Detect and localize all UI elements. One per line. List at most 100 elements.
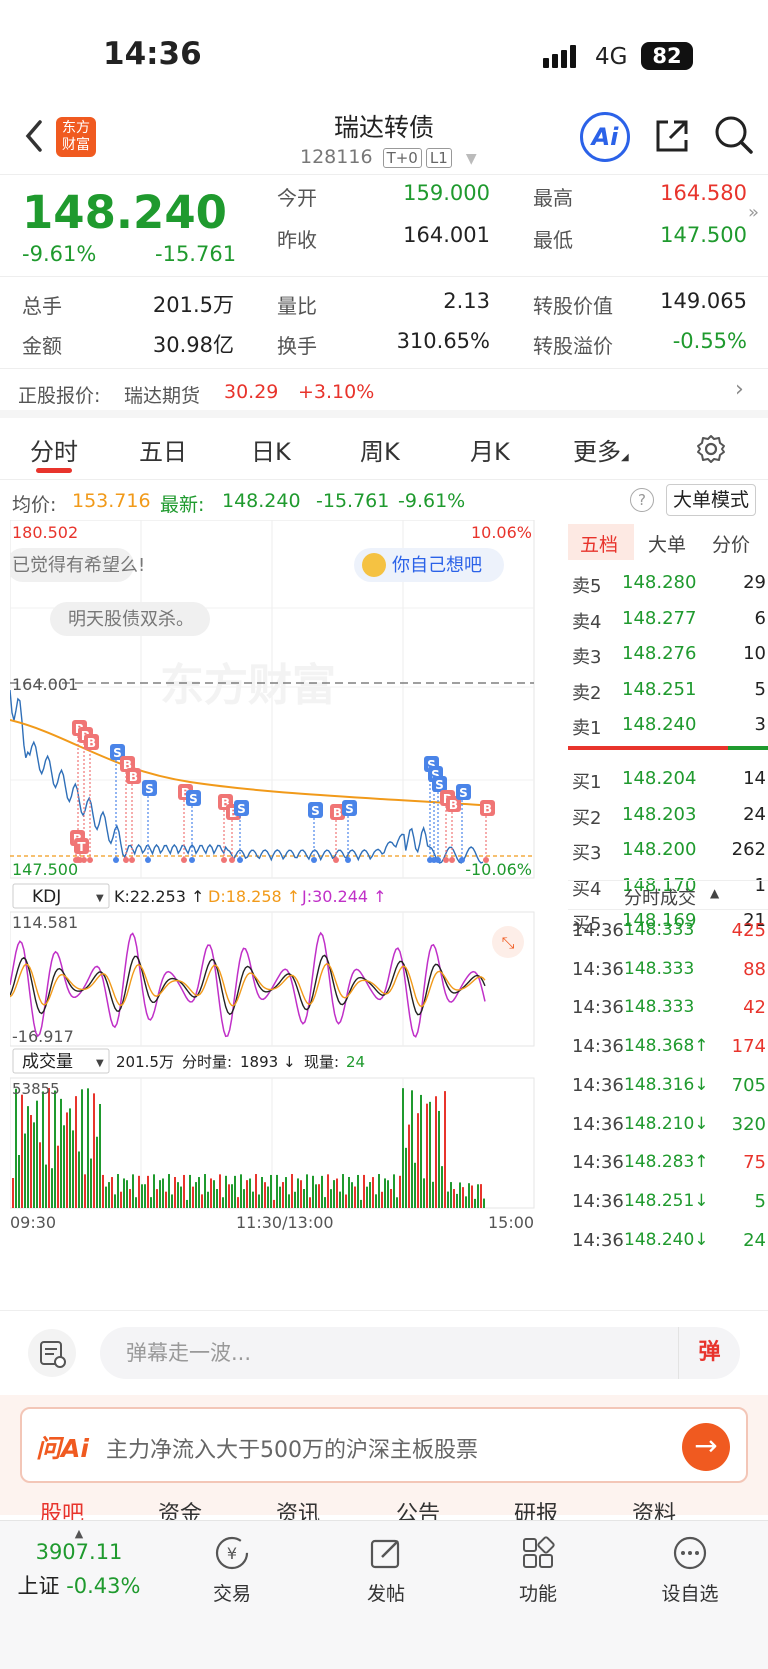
prev-close-label: 昨收 [277, 228, 317, 252]
bid-row: 买1 148.204 14 [572, 768, 766, 802]
tab-news[interactable]: 资讯 [276, 1500, 320, 1520]
bid-ask-bar [568, 746, 768, 750]
volume-bar [63, 1125, 65, 1208]
volume-bar [15, 1088, 17, 1208]
underlying-name: 瑞达期货 [124, 385, 201, 407]
arrow-right-icon[interactable]: → [682, 1423, 730, 1471]
index-widget[interactable]: ▲ 3907.11 上证 -0.43% [14, 1527, 144, 1600]
volume-bar [45, 1164, 47, 1208]
level-price: 148.251 [622, 678, 697, 700]
trade-price: 148.240↓ [624, 1229, 709, 1250]
volume-label: 总手 [22, 294, 62, 318]
volume-bar [75, 1096, 77, 1208]
volume-bar [480, 1184, 482, 1208]
volume-bar [108, 1182, 110, 1208]
status-time: 14:36 [103, 36, 202, 72]
vol-max-label: 53855 [12, 1080, 60, 1098]
volume-bar [84, 1174, 86, 1208]
network-type: 4G [595, 44, 628, 70]
nav-add-watchlist[interactable]: 设自选 [630, 1533, 750, 1606]
trade-price: 148.283↑ [624, 1152, 709, 1173]
vol-total: 201.5万 [116, 1053, 174, 1071]
expand-chevron-icon[interactable]: » [748, 202, 759, 223]
volume-bar [477, 1184, 479, 1208]
volume-bar [441, 1166, 443, 1208]
tab-price-dist[interactable]: 分价 [712, 530, 750, 557]
signal-dot [345, 857, 351, 863]
ai-query-box[interactable]: 问Ai 主力净流入大于500万的沪深主板股票 → [20, 1407, 748, 1483]
volume-bar [411, 1090, 413, 1208]
ai-button[interactable]: Ai [580, 112, 630, 162]
divider [0, 276, 768, 277]
template-button[interactable] [28, 1329, 76, 1377]
tab-five-levels[interactable]: 五档 [580, 530, 618, 557]
danmu-input[interactable]: 弹幕走一波... 弹 [100, 1327, 740, 1379]
tab-weekly-k[interactable]: 周K [360, 432, 400, 467]
volume-bar [189, 1174, 191, 1208]
danmu-toggle-button[interactable]: 弹 [678, 1327, 740, 1379]
tab-funds[interactable]: 资金 [158, 1500, 202, 1520]
volume-bar [237, 1197, 239, 1208]
volume-bar [243, 1189, 245, 1208]
intraday-chart[interactable]: 东方财富 180.502 10.06% 164.001 147.500 -10.06% B B… [6, 519, 566, 1310]
volume-bar [363, 1174, 365, 1208]
volume-bar [471, 1185, 473, 1208]
tab-more[interactable]: 更多◢ [573, 432, 629, 467]
volume-bar [99, 1103, 101, 1208]
volume-bar [81, 1089, 83, 1208]
underlying-stock-row[interactable]: 正股报价: 瑞达期货 30.29 +3.10% › [0, 368, 768, 418]
signal-dot [311, 857, 317, 863]
price-min-label: 147.500 [12, 860, 78, 879]
signal-marker-label: B [129, 770, 138, 784]
tab-big-orders[interactable]: 大单 [648, 530, 686, 557]
latest-label: 最新: [160, 494, 205, 516]
tab-daily-k[interactable]: 日K [251, 432, 291, 467]
danmu-input-bar: 弹幕走一波... 弹 [0, 1310, 768, 1392]
help-icon[interactable]: ? [630, 488, 654, 512]
settings-gear-icon[interactable] [696, 434, 726, 464]
tab-research[interactable]: 研报 [514, 1500, 558, 1520]
underlying-price: 30.29 [224, 381, 279, 403]
ask-bar [568, 746, 728, 750]
volume-bar [396, 1197, 398, 1208]
nav-post[interactable]: 发帖 [326, 1533, 446, 1606]
nav-functions[interactable]: 功能 [478, 1533, 598, 1606]
level-label: 卖3 [572, 647, 602, 668]
volume-bar [87, 1088, 89, 1208]
volume-bar [405, 1147, 407, 1208]
volume-bar [435, 1096, 437, 1208]
tab-profile[interactable]: 资料 [632, 1500, 676, 1520]
volume-bar [150, 1197, 152, 1208]
nav-add-watchlist-label: 设自选 [661, 1583, 719, 1605]
trade-price: 148.368↑ [624, 1036, 709, 1057]
level-price: 148.276 [622, 643, 697, 664]
ask-row: 卖1 148.240 3 [572, 714, 766, 748]
nav-trade[interactable]: ¥ 交易 [172, 1533, 292, 1606]
volume-bar [12, 1178, 14, 1208]
trade-volume: 705 [731, 1074, 766, 1096]
volume-bar [483, 1198, 485, 1208]
volume-bar [219, 1174, 221, 1208]
volume-bar [102, 1174, 104, 1208]
volume-bar [105, 1186, 107, 1208]
volume-bar [69, 1108, 71, 1208]
volume-bar [354, 1186, 356, 1208]
kdj-k: K:22.253 ↑ [114, 887, 204, 906]
tab-guba[interactable]: 股吧 [40, 1500, 84, 1520]
tab-five-day[interactable]: 五日 [139, 432, 187, 467]
dropdown-caret-icon[interactable]: ▼ [466, 151, 477, 167]
tab-intraday[interactable]: 分时 [30, 432, 78, 467]
level-volume: 5 [754, 678, 766, 700]
signal-dot [449, 857, 455, 863]
share-icon[interactable] [652, 116, 692, 156]
tab-notices[interactable]: 公告 [396, 1500, 440, 1520]
big-order-mode-button[interactable]: 大单模式 [666, 484, 756, 516]
trades-header[interactable]: 分时成交 ▲ [568, 880, 768, 910]
search-icon[interactable] [713, 114, 755, 156]
tab-monthly-k[interactable]: 月K [470, 432, 510, 467]
volume-bar [378, 1174, 380, 1208]
prev-close-label: 164.001 [12, 675, 78, 694]
volume-bar [198, 1177, 200, 1208]
signal-dot [237, 857, 243, 863]
volume-bar [333, 1180, 335, 1208]
